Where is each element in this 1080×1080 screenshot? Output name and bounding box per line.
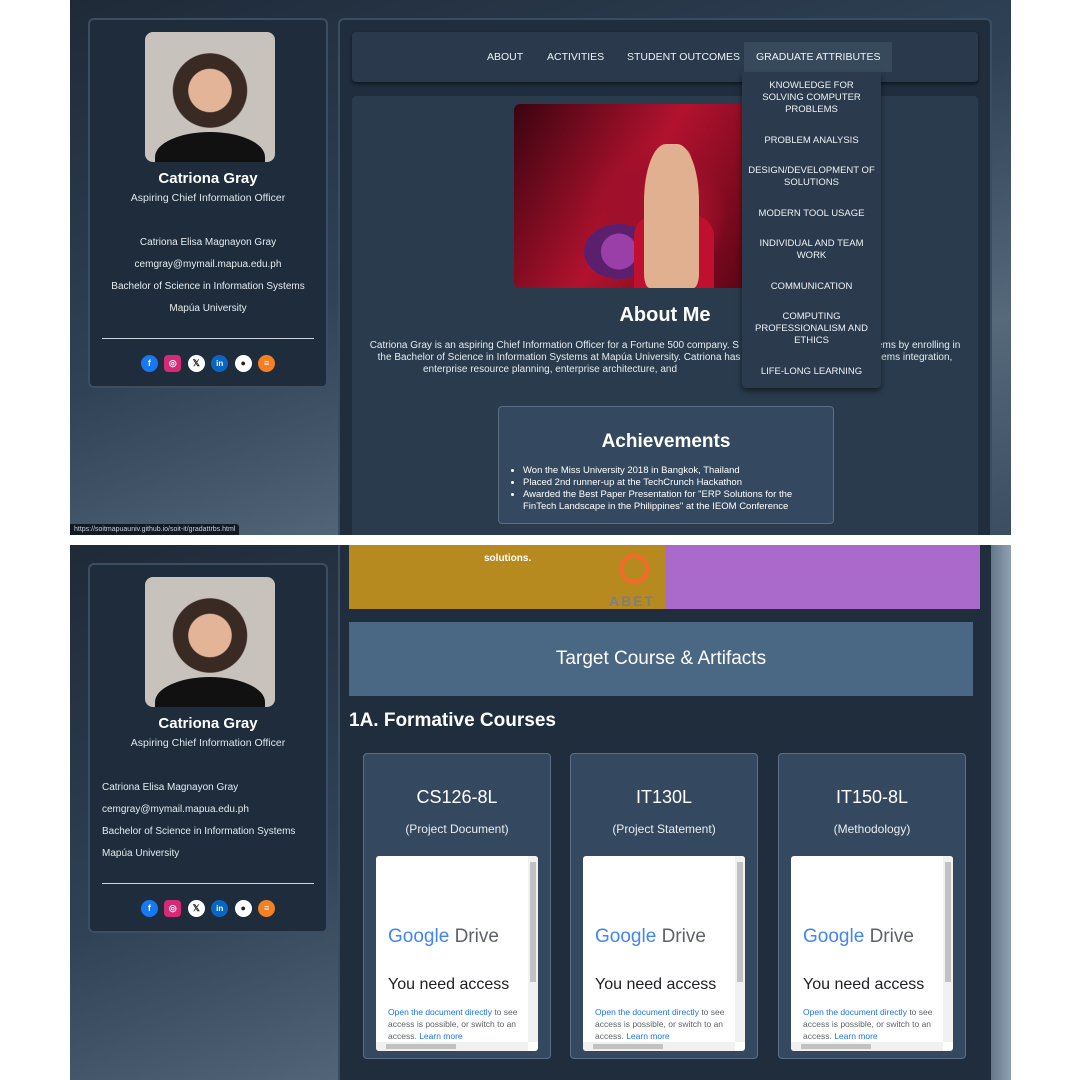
- list-item: Awarded the Best Paper Presentation for …: [523, 489, 823, 513]
- linkedin-icon[interactable]: in: [211, 900, 229, 918]
- main-panel: ABOUT ACTIVITIES STUDENT OUTCOMES GRADUA…: [338, 18, 992, 535]
- gdrive-embed[interactable]: Google Drive You need access Open the do…: [376, 856, 538, 1051]
- course-card: IT130L (Project Statement) Google Drive …: [570, 753, 758, 1059]
- vertical-scrollbar[interactable]: [735, 856, 745, 1042]
- horizontal-scrollbar[interactable]: [376, 1042, 528, 1051]
- abet-logo-icon: [619, 554, 649, 584]
- degree: Bachelor of Science in Information Syste…: [102, 826, 296, 837]
- google-drive-logo: Google Drive: [595, 926, 706, 947]
- course-artifact: (Methodology): [833, 822, 911, 836]
- course-card: CS126-8L (Project Document) Google Drive…: [363, 753, 551, 1059]
- screenshot-top: Catriona Gray Aspiring Chief Information…: [70, 0, 1011, 535]
- course-code: IT150-8L: [835, 787, 909, 807]
- learn-more-link[interactable]: Learn more: [834, 1031, 877, 1041]
- navbar: ABOUT ACTIVITIES STUDENT OUTCOMES GRADUA…: [352, 32, 978, 82]
- profile-title: Aspiring Chief Information Officer: [130, 192, 286, 204]
- open-document-link[interactable]: Open the document directly: [595, 1007, 699, 1017]
- avatar: [145, 577, 275, 707]
- outcome-band: solutions. ABET: [349, 545, 980, 609]
- about-card: About Me Catriona Gray is an aspiring Ch…: [352, 96, 978, 535]
- horizontal-scrollbar[interactable]: [791, 1042, 943, 1051]
- dropdown-item[interactable]: KNOWLEDGE FOR SOLVING COMPUTER PROBLEMS: [748, 80, 875, 116]
- google-drive-logo: Google Drive: [803, 926, 914, 947]
- school: Mapúa University: [169, 303, 247, 314]
- profile-info: Catriona Elisa Magnayon Gray cemgray@mym…: [90, 232, 326, 320]
- achievements-list: Won the Miss University 2018 in Bangkok,…: [499, 465, 833, 513]
- horizontal-scrollbar[interactable]: [583, 1042, 735, 1051]
- full-name: Catriona Elisa Magnayon Gray: [139, 237, 277, 248]
- instagram-icon[interactable]: ◎: [164, 355, 182, 373]
- list-item: Placed 2nd runner-up at the TechCrunch H…: [523, 477, 823, 489]
- x-icon[interactable]: 𝕏: [187, 355, 205, 373]
- degree: Bachelor of Science in Information Syste…: [111, 281, 305, 292]
- school: Mapúa University: [102, 848, 180, 859]
- solutions-text: solutions.: [484, 553, 532, 564]
- gdrive-embed[interactable]: Google Drive You need access Open the do…: [583, 856, 745, 1051]
- dropdown-item[interactable]: PROBLEM ANALYSIS: [748, 135, 875, 147]
- need-access-text: You need access: [803, 976, 925, 993]
- avatar: [145, 32, 275, 162]
- github-icon[interactable]: ●: [234, 900, 252, 918]
- nav-graduate-attributes[interactable]: GRADUATE ATTRIBUTES: [744, 42, 893, 72]
- x-icon[interactable]: 𝕏: [187, 900, 205, 918]
- dropdown-item[interactable]: DESIGN/DEVELOPMENT OF SOLUTIONS: [748, 165, 875, 189]
- nav-about[interactable]: ABOUT: [487, 32, 523, 82]
- course-artifact: (Project Statement): [612, 822, 716, 836]
- vertical-scrollbar[interactable]: [528, 856, 538, 1042]
- stackoverflow-icon[interactable]: ≡: [258, 900, 276, 918]
- stackoverflow-icon[interactable]: ≡: [258, 355, 276, 373]
- divider: [102, 338, 314, 339]
- dropdown-item[interactable]: MODERN TOOL USAGE: [748, 208, 875, 220]
- facebook-icon[interactable]: f: [140, 900, 158, 918]
- about-title: About Me: [619, 304, 711, 326]
- email: cemgray@mymail.mapua.edu.ph: [134, 259, 282, 270]
- gdrive-embed[interactable]: Google Drive You need access Open the do…: [791, 856, 953, 1051]
- open-document-link[interactable]: Open the document directly: [803, 1007, 907, 1017]
- course-code: CS126-8L: [416, 787, 498, 807]
- instagram-icon[interactable]: ◎: [164, 900, 182, 918]
- dropdown-item[interactable]: LIFE-LONG LEARNING: [748, 366, 875, 378]
- achievements-card: Achievements Won the Miss University 201…: [498, 406, 834, 524]
- vertical-scrollbar[interactable]: [943, 856, 953, 1042]
- profile-title: Aspiring Chief Information Officer: [130, 737, 286, 749]
- social-links: f ◎ 𝕏 in ● ≡: [90, 900, 326, 918]
- divider: [102, 883, 314, 884]
- social-links: f ◎ 𝕏 in ● ≡: [90, 355, 326, 373]
- graduate-attributes-dropdown: KNOWLEDGE FOR SOLVING COMPUTER PROBLEMS …: [742, 72, 881, 388]
- dropdown-item[interactable]: COMPUTING PROFESSIONALISM AND ETHICS: [748, 311, 875, 347]
- profile-info: Catriona Elisa Magnayon Gray cemgray@mym…: [90, 777, 326, 865]
- nav-student-outcomes[interactable]: STUDENT OUTCOMES: [627, 32, 740, 82]
- need-access-text: You need access: [388, 976, 510, 993]
- email: cemgray@mymail.mapua.edu.ph: [102, 804, 249, 815]
- formative-heading: 1A. Formative Courses: [349, 710, 556, 731]
- target-heading: Target Course & Artifacts: [349, 622, 973, 696]
- abet-logo-text: ABET: [609, 593, 656, 609]
- facebook-icon[interactable]: f: [140, 355, 158, 373]
- list-item: Won the Miss University 2018 in Bangkok,…: [523, 465, 823, 477]
- status-url: https://soitmapuauniv.github.io/soit-it/…: [70, 524, 240, 535]
- nav-activities[interactable]: ACTIVITIES: [547, 32, 604, 82]
- profile-name: Catriona Gray: [158, 170, 258, 187]
- google-drive-logo: Google Drive: [388, 926, 499, 947]
- need-access-text: You need access: [595, 976, 717, 993]
- page-edge: [991, 545, 1011, 1080]
- course-card: IT150-8L (Methodology) Google Drive You …: [778, 753, 966, 1059]
- learn-more-link[interactable]: Learn more: [626, 1031, 669, 1041]
- linkedin-icon[interactable]: in: [211, 355, 229, 373]
- achievements-title: Achievements: [601, 431, 731, 452]
- profile-card: Catriona Gray Aspiring Chief Information…: [88, 18, 328, 388]
- github-icon[interactable]: ●: [234, 355, 252, 373]
- profile-name: Catriona Gray: [158, 715, 258, 732]
- profile-card: Catriona Gray Aspiring Chief Information…: [88, 563, 328, 933]
- full-name: Catriona Elisa Magnayon Gray: [102, 782, 239, 793]
- dropdown-item[interactable]: INDIVIDUAL AND TEAM WORK: [748, 238, 875, 262]
- learn-more-link[interactable]: Learn more: [419, 1031, 462, 1041]
- screenshot-bottom: Catriona Gray Aspiring Chief Information…: [70, 545, 1011, 1080]
- dropdown-item[interactable]: COMMUNICATION: [748, 281, 875, 293]
- open-document-link[interactable]: Open the document directly: [388, 1007, 492, 1017]
- course-code: IT130L: [635, 787, 693, 807]
- hero-photo: [514, 104, 750, 288]
- course-artifact: (Project Document): [405, 822, 509, 836]
